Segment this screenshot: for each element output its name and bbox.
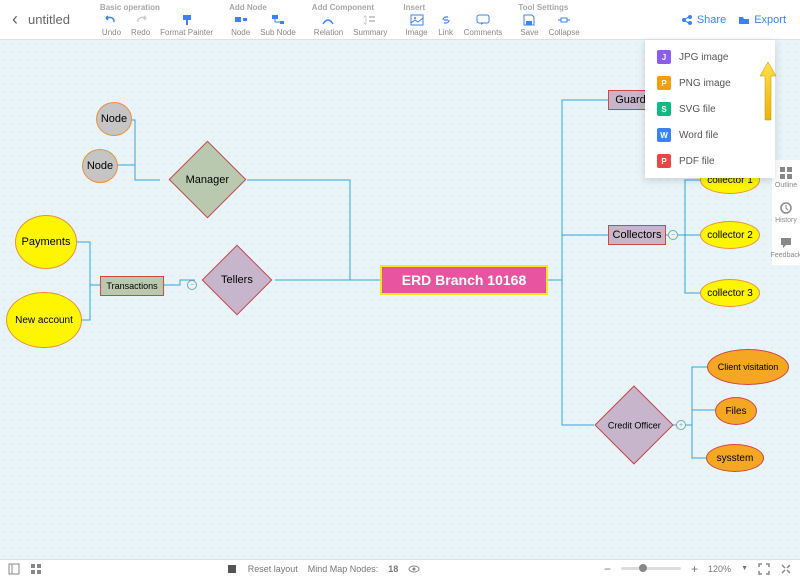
tool-group-label: Add Node xyxy=(229,3,267,12)
collapse-toggle[interactable]: − xyxy=(668,230,678,240)
document-title[interactable]: untitled xyxy=(28,12,70,27)
insert-image-button[interactable]: Image xyxy=(403,13,429,37)
back-button[interactable]: ‹ xyxy=(2,9,28,30)
zoom-in-button[interactable]: + xyxy=(691,562,698,576)
zoom-dropdown-icon[interactable]: ▼ xyxy=(741,565,748,572)
reset-layout-button[interactable]: Reset layout xyxy=(248,564,298,574)
export-pdf[interactable]: PPDF file xyxy=(645,148,775,174)
export-png[interactable]: PPNG image xyxy=(645,70,775,96)
add-node-button[interactable]: Node xyxy=(229,13,252,37)
node-circle-2[interactable]: Node xyxy=(82,149,118,183)
export-jpg[interactable]: JJPG image xyxy=(645,44,775,70)
undo-button[interactable]: Undo xyxy=(100,13,123,37)
payments-node[interactable]: Payments xyxy=(15,215,77,269)
files-node[interactable]: Files xyxy=(715,397,757,425)
collapse-toggle[interactable]: + xyxy=(676,420,686,430)
add-subnode-button[interactable]: Sub Node xyxy=(258,13,298,37)
creditofficer-node[interactable]: Credit Officer xyxy=(594,385,673,464)
share-button[interactable]: Share xyxy=(681,14,726,26)
manager-node[interactable]: Manager xyxy=(169,141,247,219)
export-menu: JJPG image PPNG image SSVG file WWord fi… xyxy=(645,40,775,178)
export-word[interactable]: WWord file xyxy=(645,122,775,148)
sidebar-history[interactable]: History xyxy=(774,201,798,224)
sysstem-node[interactable]: sysstem xyxy=(706,444,764,472)
save-button[interactable]: Save xyxy=(518,13,540,37)
newaccount-node[interactable]: New account xyxy=(6,292,82,348)
svg-icon: S xyxy=(657,102,671,116)
node-circle-1[interactable]: Node xyxy=(96,102,132,136)
redo-button[interactable]: Redo xyxy=(129,13,152,37)
relation-button[interactable]: Relation xyxy=(312,13,345,37)
reset-icon xyxy=(226,563,238,575)
collector3-node[interactable]: collector 3 xyxy=(700,279,760,307)
tool-group-label: Add Component xyxy=(312,3,374,12)
collector2-node[interactable]: collector 2 xyxy=(700,221,760,249)
export-svg[interactable]: SSVG file xyxy=(645,96,775,122)
nodes-label: Mind Map Nodes: xyxy=(308,564,379,574)
jpg-icon: J xyxy=(657,50,671,64)
collapse-toggle[interactable]: − xyxy=(187,280,197,290)
layout-icon[interactable] xyxy=(8,563,20,575)
word-icon: W xyxy=(657,128,671,142)
format-painter-button[interactable]: Format Painter xyxy=(158,13,215,37)
right-sidebar: Outline History Feedback xyxy=(772,160,800,265)
topbar: ‹ untitled Basic operation Undo Redo For… xyxy=(0,0,800,40)
insert-link-button[interactable]: Link xyxy=(436,13,456,37)
pdf-icon: P xyxy=(657,154,671,168)
expand-icon[interactable] xyxy=(780,563,792,575)
zoom-out-button[interactable]: − xyxy=(604,562,611,576)
sidebar-feedback[interactable]: Feedback xyxy=(774,236,798,259)
tool-group-label: Insert xyxy=(403,3,425,12)
tellers-node[interactable]: Tellers xyxy=(202,245,273,316)
export-button[interactable]: Export xyxy=(738,14,786,26)
clientvisit-node[interactable]: Client visitation xyxy=(707,349,789,385)
tool-group-settings: Tool Settings Save Collapse xyxy=(518,3,581,37)
sidebar-outline[interactable]: Outline xyxy=(774,166,798,189)
png-icon: P xyxy=(657,76,671,90)
grid-icon[interactable] xyxy=(30,563,42,575)
collectors-node[interactable]: Collectors xyxy=(608,225,666,245)
nodes-count: 18 xyxy=(388,564,398,574)
zoom-slider[interactable] xyxy=(621,567,681,570)
collapse-button[interactable]: Collapse xyxy=(547,13,582,37)
tool-group-addnode: Add Node Node Sub Node xyxy=(229,3,298,37)
transactions-node[interactable]: Transactions xyxy=(100,276,164,296)
eye-icon[interactable] xyxy=(408,563,420,575)
insert-comments-button[interactable]: Comments xyxy=(462,13,505,37)
tool-group-basic: Basic operation Undo Redo Format Painter xyxy=(100,3,215,37)
hint-arrow-icon xyxy=(758,60,778,130)
tool-group-label: Tool Settings xyxy=(518,3,568,12)
summary-button[interactable]: Summary xyxy=(351,13,389,37)
tool-group-insert: Insert Image Link Comments xyxy=(403,3,504,37)
tool-group-addcomponent: Add Component Relation Summary xyxy=(312,3,390,37)
zoom-value: 120% xyxy=(708,564,731,574)
fullscreen-icon[interactable] xyxy=(758,563,770,575)
central-node[interactable]: ERD Branch 10168 xyxy=(380,265,548,295)
statusbar: Reset layout Mind Map Nodes: 18 − + 120%… xyxy=(0,559,800,577)
tool-group-label: Basic operation xyxy=(100,3,160,12)
